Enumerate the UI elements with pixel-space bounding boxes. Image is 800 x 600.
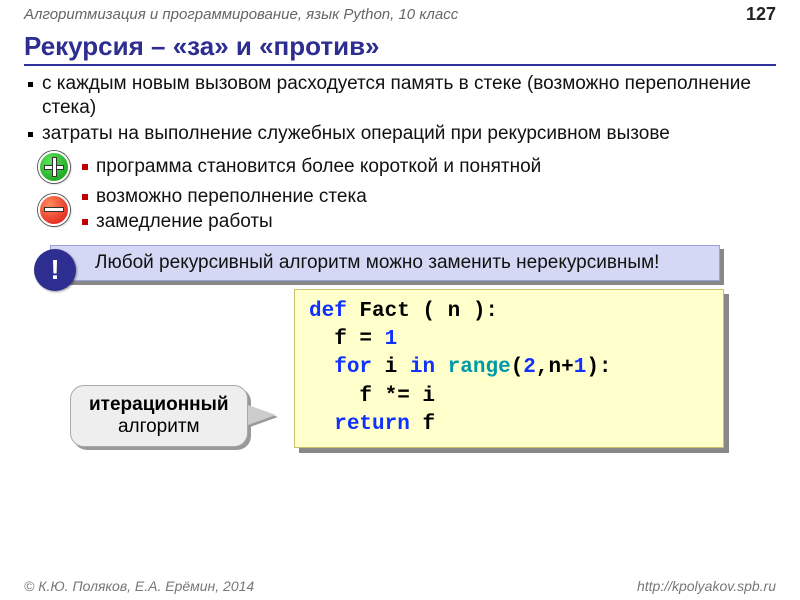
kw-in: in xyxy=(410,356,435,379)
note-block: ! Любой рекурсивный алгоритм можно замен… xyxy=(50,245,776,281)
callout-tail-icon xyxy=(248,405,276,425)
con-row: возможно переполнение стека замедление р… xyxy=(38,185,776,234)
kw-return: return xyxy=(334,413,410,436)
kw-for: for xyxy=(334,356,372,379)
intro-item-2: затраты на выполнение служебных операций… xyxy=(42,122,776,146)
course-label: Алгоритмизация и программирование, язык … xyxy=(24,6,458,23)
content: с каждым новым вызовом расходуется памят… xyxy=(0,68,800,485)
callout-line-1: итерационный xyxy=(89,394,229,416)
lower-block: итерационный алгоритм def Fact ( n ): f … xyxy=(24,285,776,485)
code-l2a: f = xyxy=(309,328,385,351)
footer: © К.Ю. Поляков, Е.А. Ерёмин, 2014 http:/… xyxy=(0,574,800,600)
kw-def: def xyxy=(309,300,347,323)
code-block: def Fact ( n ): f = 1 for i in range(2,n… xyxy=(294,289,724,449)
page-title: Рекурсия – «за» и «против» xyxy=(24,31,776,66)
minus-icon xyxy=(38,194,70,226)
code-l3d: ,n+ xyxy=(536,356,574,379)
code-l5: f xyxy=(410,413,435,436)
pro-row: программа становится более короткой и по… xyxy=(38,151,776,183)
page-number: 127 xyxy=(746,4,776,25)
intro-list: с каждым новым вызовом расходуется памят… xyxy=(24,72,776,145)
copyright: © К.Ю. Поляков, Е.А. Ерёмин, 2014 xyxy=(24,578,254,594)
pro-con-block: программа становится более короткой и по… xyxy=(24,151,776,234)
code-fn: Fact ( n ): xyxy=(347,300,498,323)
kw-range: range xyxy=(448,356,511,379)
con-item-1: возможно переполнение стека xyxy=(82,185,367,210)
footer-url: http://kpolyakov.spb.ru xyxy=(637,578,776,594)
code-one2: 1 xyxy=(574,356,587,379)
intro-item-1: с каждым новым вызовом расходуется памят… xyxy=(42,72,776,120)
pro-list: программа становится более короткой и по… xyxy=(82,155,541,180)
code-l3c: ( xyxy=(511,356,524,379)
code-l3b xyxy=(435,356,448,379)
callout-line-2: алгоритм xyxy=(89,416,229,438)
plus-icon xyxy=(38,151,70,183)
con-list: возможно переполнение стека замедление р… xyxy=(82,185,367,234)
note-text: Любой рекурсивный алгоритм можно заменит… xyxy=(50,245,720,281)
code-two: 2 xyxy=(523,356,536,379)
header: Алгоритмизация и программирование, язык … xyxy=(0,0,800,27)
pro-item: программа становится более короткой и по… xyxy=(82,155,541,180)
code-l4: f *= i xyxy=(309,385,435,408)
con-item-2: замедление работы xyxy=(82,210,367,235)
code-l2b: 1 xyxy=(385,328,398,351)
callout: итерационный алгоритм xyxy=(70,385,248,447)
code-l3e: ): xyxy=(586,356,611,379)
code-l3a: i xyxy=(372,356,410,379)
